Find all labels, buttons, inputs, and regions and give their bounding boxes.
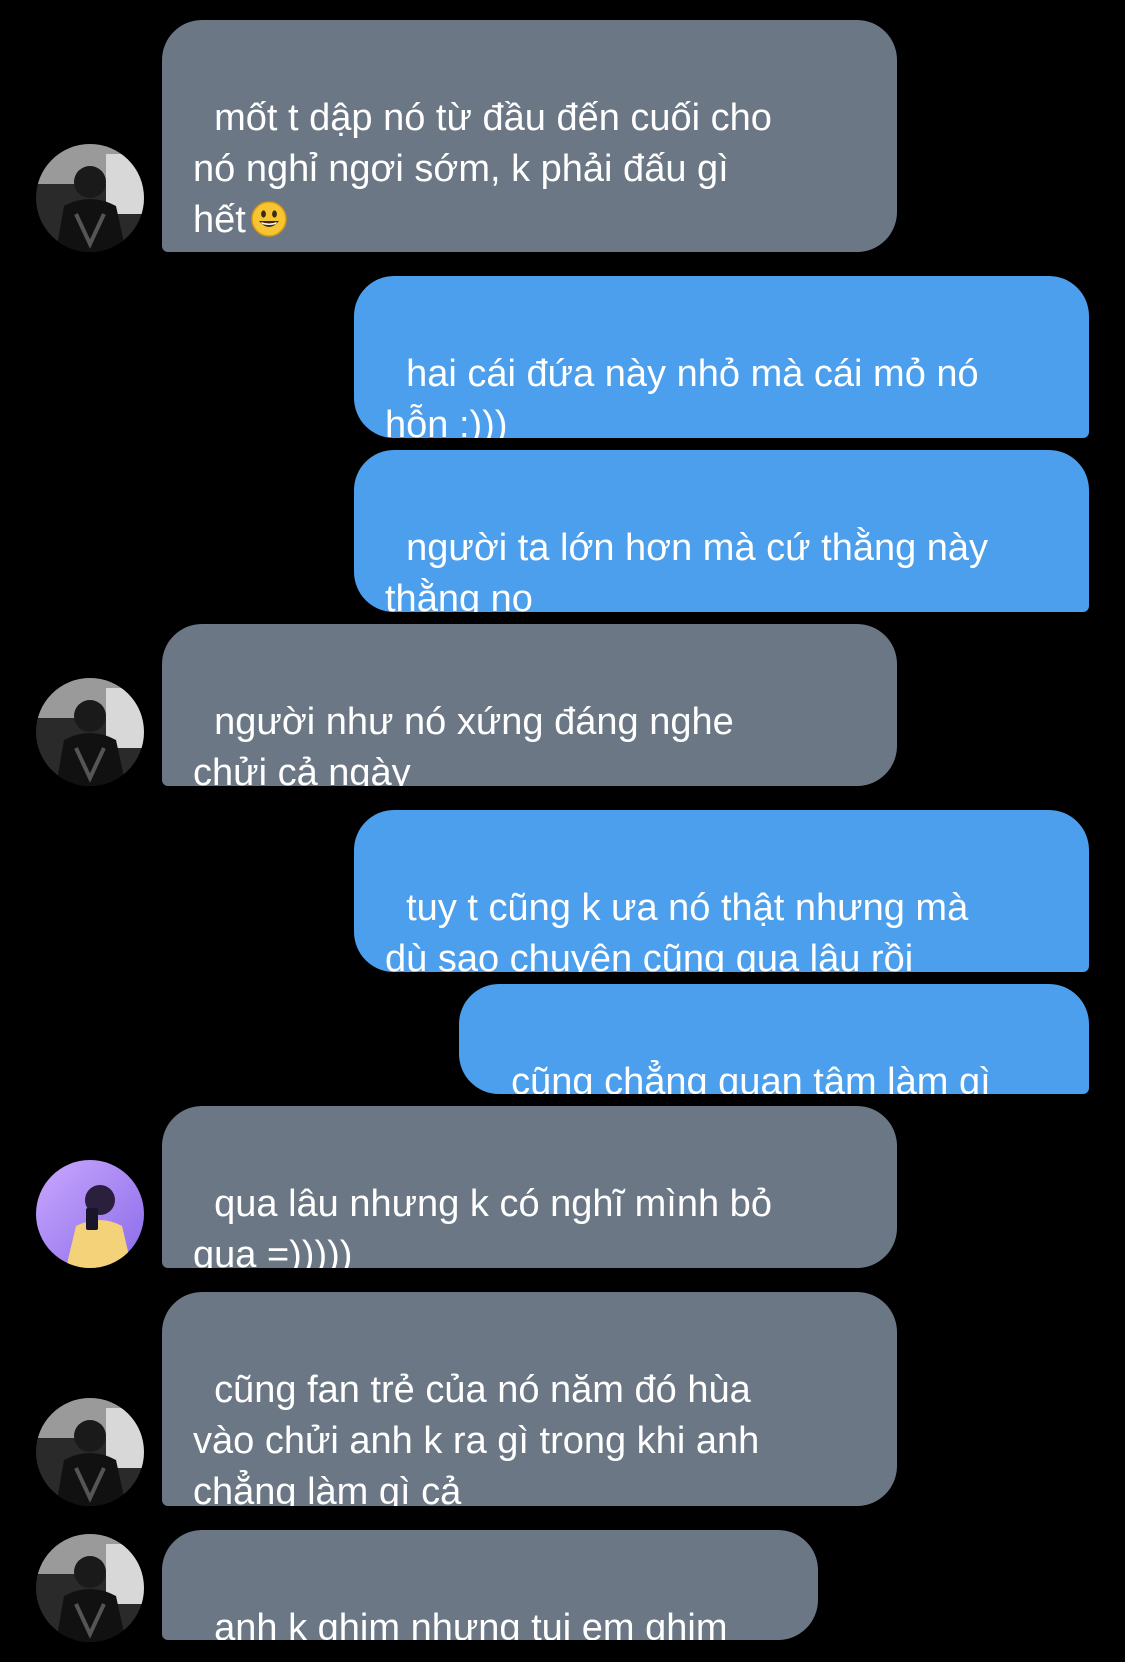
message-text: hai cái đứa này nhỏ mà cái mỏ nó hỗn :))…	[385, 353, 979, 438]
avatar-image-grayscale	[36, 144, 144, 252]
avatar-image-grayscale	[36, 1534, 144, 1642]
message-text: người ta lớn hơn mà cứ thằng này thằng n…	[385, 527, 989, 612]
message-bubble-received[interactable]: mốt t dập nó từ đầu đến cuối cho nó nghỉ…	[162, 20, 897, 252]
message-bubble-sent[interactable]: hai cái đứa này nhỏ mà cái mỏ nó hỗn :))…	[354, 276, 1089, 438]
avatar-image-grayscale	[36, 678, 144, 786]
avatar[interactable]	[36, 1398, 144, 1506]
message-bubble-received[interactable]: người như nó xứng đáng nghe chửi cả ngày	[162, 624, 897, 786]
message-text: cũng fan trẻ của nó năm đó hùa vào chửi …	[193, 1369, 760, 1506]
message-text: cũng chẳng quan tâm làm gì	[511, 1061, 991, 1094]
message-bubble-received[interactable]: qua lâu nhưng k có nghĩ mình bỏ qua =)))…	[162, 1106, 897, 1268]
message-text: qua lâu nhưng k có nghĩ mình bỏ qua =)))…	[193, 1183, 772, 1268]
avatar[interactable]	[36, 1534, 144, 1642]
avatar[interactable]	[36, 1160, 144, 1268]
avatar[interactable]	[36, 678, 144, 786]
message-bubble-received[interactable]: cũng fan trẻ của nó năm đó hùa vào chửi …	[162, 1292, 897, 1506]
message-text: anh k ghim nhưng tụi em ghim	[214, 1607, 728, 1640]
message-text: người như nó xứng đáng nghe chửi cả ngày	[193, 701, 734, 786]
message-bubble-sent[interactable]: tuy t cũng k ưa nó thật nhưng mà dù sao …	[354, 810, 1089, 972]
message-bubble-sent[interactable]: cũng chẳng quan tâm làm gì	[459, 984, 1089, 1094]
message-bubble-sent[interactable]: người ta lớn hơn mà cứ thằng này thằng n…	[354, 450, 1089, 612]
avatar-image-grayscale	[36, 1398, 144, 1506]
avatar[interactable]	[36, 144, 144, 252]
avatar-image-purple	[36, 1160, 144, 1268]
message-text: tuy t cũng k ưa nó thật nhưng mà dù sao …	[385, 887, 969, 972]
message-bubble-received[interactable]: anh k ghim nhưng tụi em ghim	[162, 1530, 818, 1640]
grinning-face-icon	[250, 200, 288, 238]
